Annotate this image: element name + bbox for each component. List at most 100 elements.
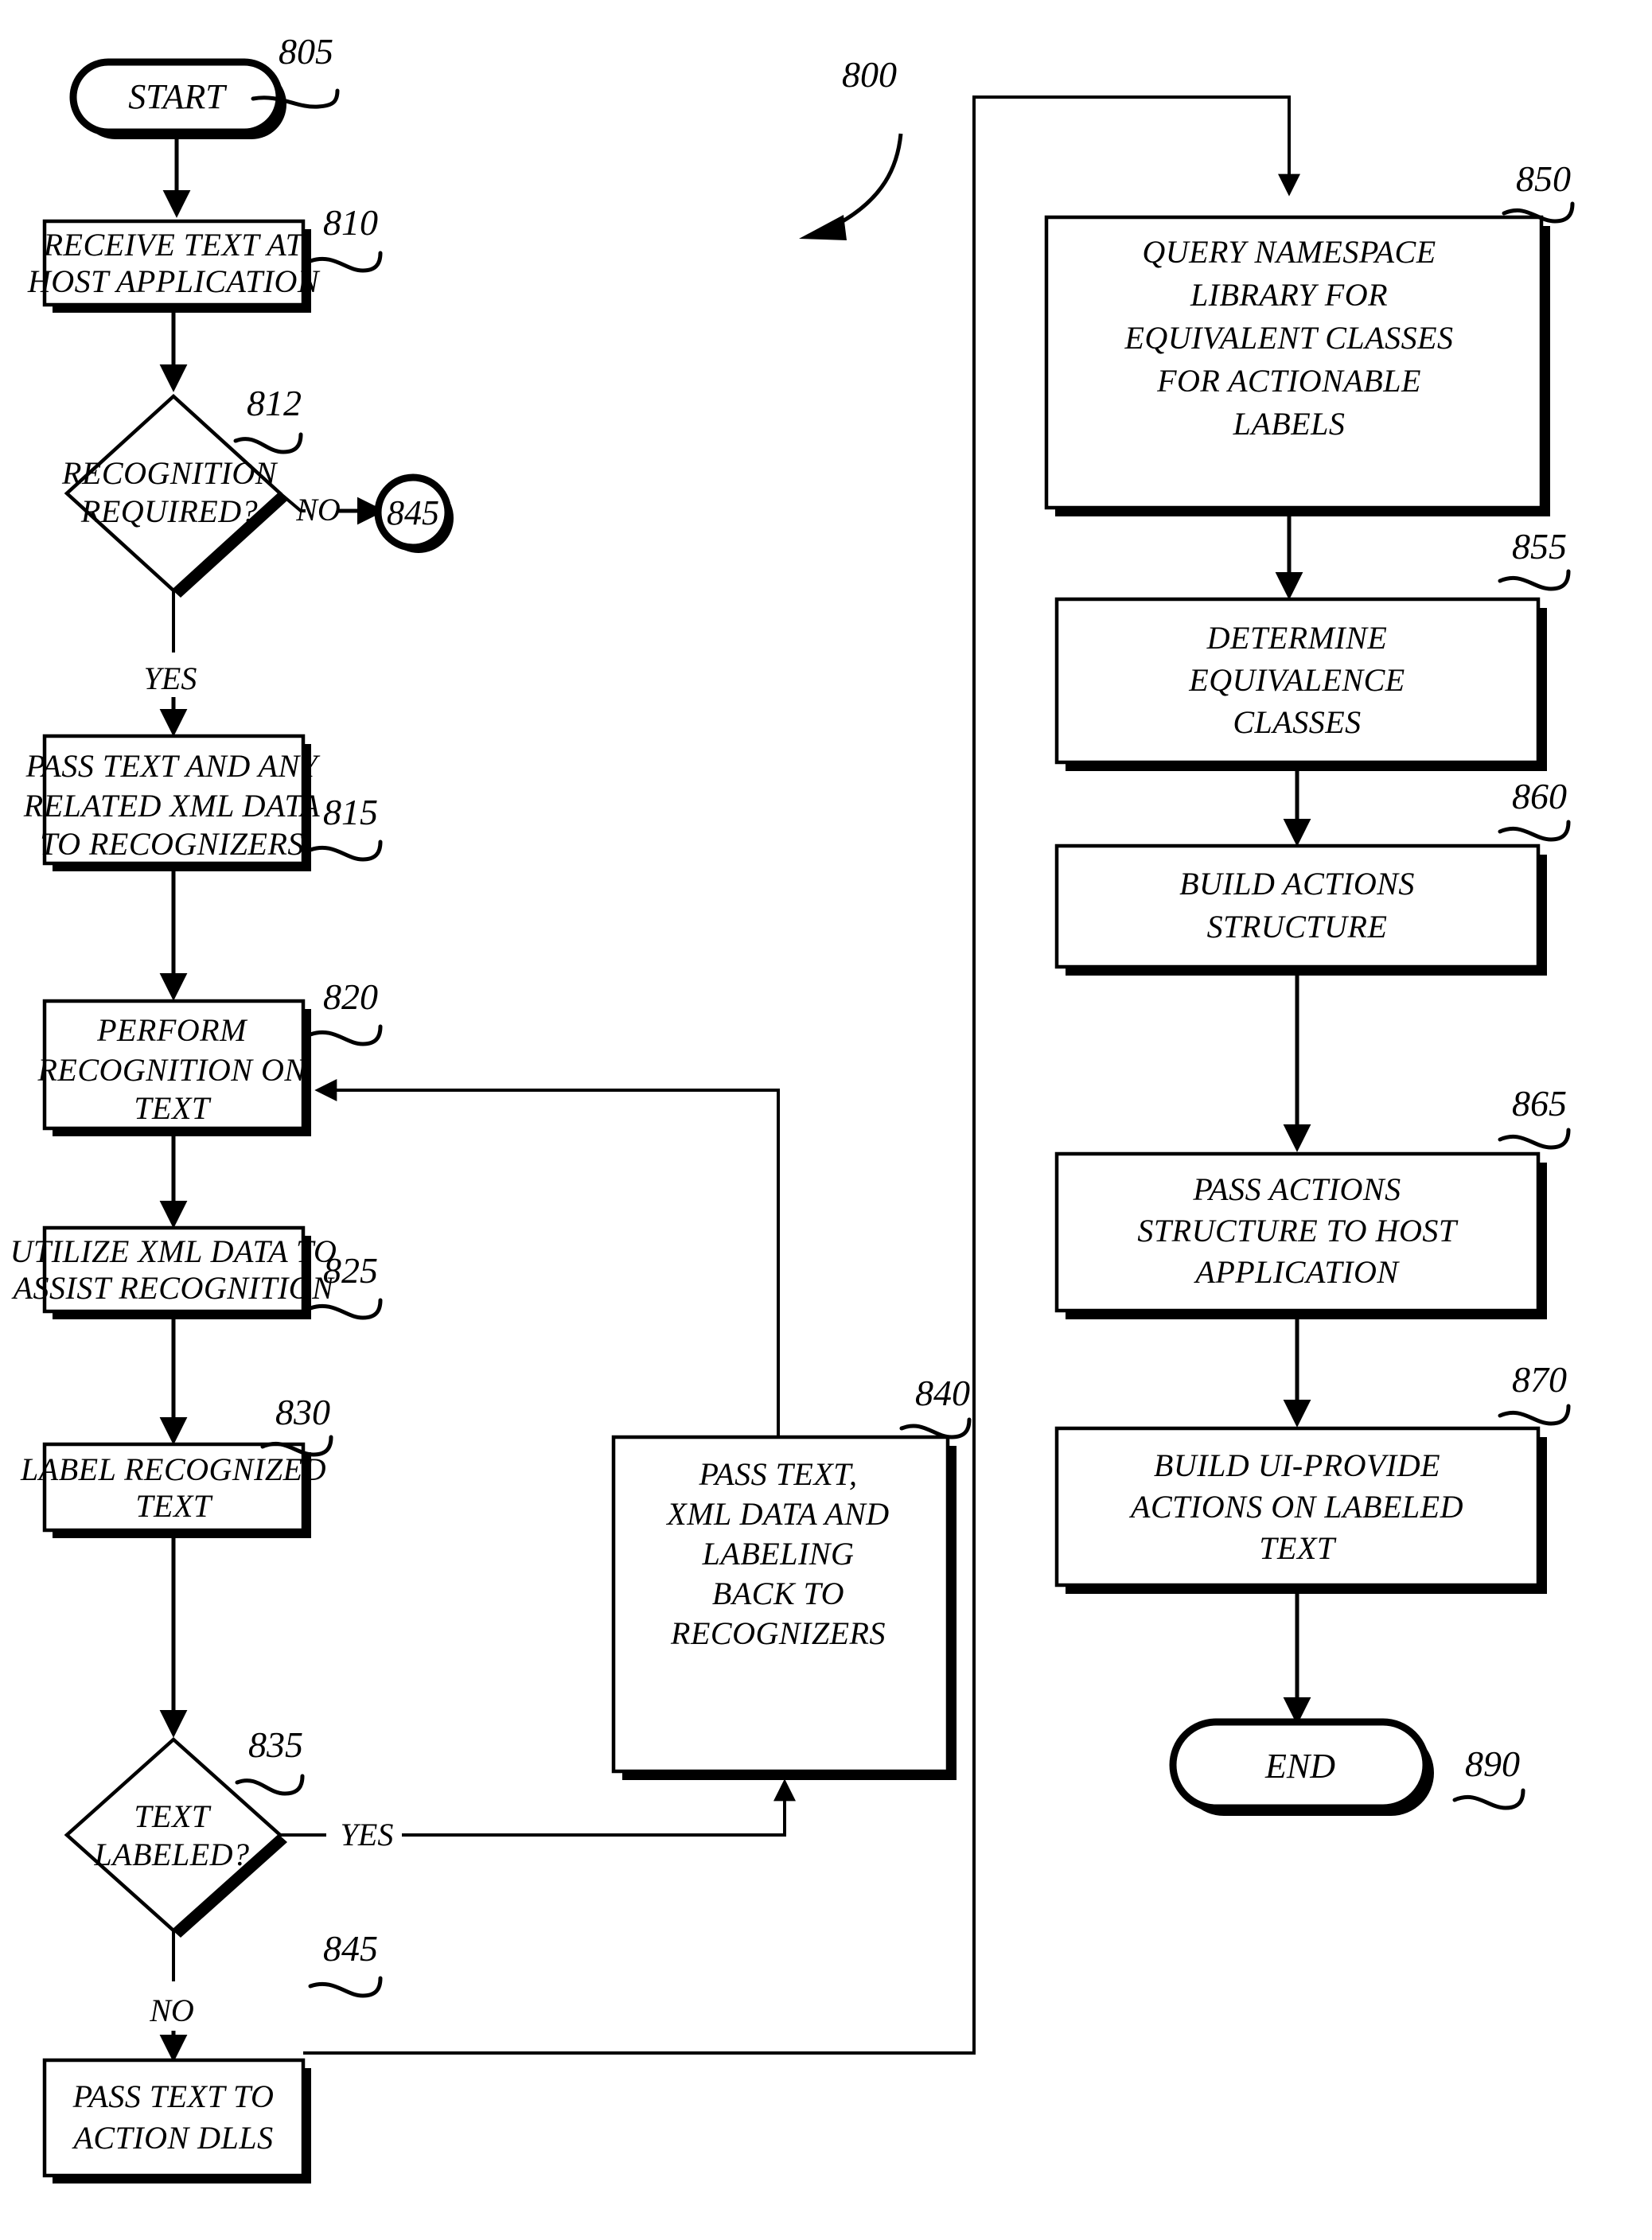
node-850: QUERY NAMESPACE LIBRARY FOR EQUIVALENT C… — [1044, 215, 1550, 516]
ref-815-text: 815 — [323, 792, 378, 832]
edge-label-yes-812: YES — [144, 660, 197, 696]
ref-870: 870 — [1498, 1359, 1571, 1426]
node-865: PASS ACTIONS STRUCTURE TO HOST APPLICATI… — [1054, 1151, 1547, 1319]
ref-845-leader — [308, 1976, 383, 1998]
ref-865-leader — [1498, 1128, 1571, 1150]
node-840-line-2: LABELING — [702, 1536, 855, 1572]
edge-835-yes-to-840 — [402, 1778, 796, 1837]
ref-810-text: 810 — [323, 202, 378, 243]
ref-815: 815 — [308, 792, 383, 862]
node-845-line-1: ACTION DLLS — [71, 2120, 273, 2156]
node-860-line-1: STRUCTURE — [1207, 909, 1388, 945]
node-830: LABEL RECOGNIZED TEXT — [20, 1442, 325, 1538]
end-label: END — [1264, 1747, 1335, 1786]
node-850-line-0: QUERY NAMESPACE — [1142, 234, 1436, 270]
ref-890: 890 — [1452, 1743, 1525, 1810]
node-815: PASS TEXT AND ANY RELATED XML DATA TO RE… — [23, 734, 321, 871]
node-start: START — [69, 58, 286, 139]
node-825-line-1: ASSIST RECOGNITION — [11, 1270, 336, 1306]
ref-812-text: 812 — [247, 383, 302, 423]
ref-865-text: 865 — [1512, 1083, 1567, 1124]
node-855-line-2: CLASSES — [1233, 704, 1361, 740]
ref-890-text: 890 — [1465, 1743, 1520, 1784]
ref-835-text: 835 — [248, 1724, 303, 1765]
figure-number-800: 800 — [799, 54, 903, 240]
ref-845-text: 845 — [323, 1928, 378, 1969]
node-855-line-1: EQUIVALENCE — [1188, 662, 1405, 698]
ref-810-leader — [308, 251, 383, 273]
node-840: PASS TEXT, XML DATA AND LABELING BACK TO… — [611, 1435, 957, 1780]
node-835-shape — [64, 1736, 283, 1934]
ref-845: 845 — [308, 1928, 383, 1998]
ref-840: 840 — [899, 1373, 972, 1439]
ref-850: 850 — [1502, 158, 1575, 224]
node-835-line-0: TEXT — [134, 1798, 212, 1834]
node-865-line-1: STRUCTURE TO HOST — [1137, 1213, 1458, 1249]
node-840-line-3: BACK TO — [712, 1576, 844, 1611]
node-820-line-1: RECOGNITION ON — [37, 1052, 307, 1088]
node-840-line-4: RECOGNIZERS — [670, 1615, 886, 1651]
node-812-line-0: RECOGNITION — [61, 455, 279, 491]
node-870: BUILD UI-PROVIDE ACTIONS ON LABELED TEXT — [1054, 1426, 1547, 1594]
ref-855: 855 — [1498, 526, 1571, 591]
ref-870-leader — [1498, 1404, 1571, 1426]
ref-812: 812 — [233, 383, 303, 454]
figure-number-text: 800 — [842, 54, 897, 95]
node-870-line-1: ACTIONS ON LABELED — [1128, 1489, 1463, 1525]
node-835-line-1: LABELED? — [93, 1837, 249, 1872]
node-820-line-2: TEXT — [134, 1090, 212, 1126]
node-850-line-2: EQUIVALENT CLASSES — [1124, 320, 1453, 356]
node-810-line-1: HOST APPLICATION — [27, 263, 321, 299]
ref-805-text: 805 — [279, 31, 333, 72]
edge-label-no-812: NO — [295, 492, 341, 528]
node-820: PERFORM RECOGNITION ON TEXT — [37, 999, 311, 1136]
ref-820-text: 820 — [323, 976, 378, 1017]
ref-835: 835 — [235, 1724, 305, 1796]
node-825: UTILIZE XML DATA TO ASSIST RECOGNITION — [10, 1225, 337, 1319]
node-860-shape — [1054, 843, 1541, 969]
node-840-line-1: XML DATA AND — [665, 1496, 889, 1532]
node-820-line-0: PERFORM — [96, 1012, 248, 1048]
node-815-line-0: PASS TEXT AND ANY — [25, 748, 321, 784]
node-810-line-0: RECEIVE TEXT AT — [43, 227, 306, 263]
ref-865: 865 — [1498, 1083, 1571, 1150]
node-840-line-0: PASS TEXT, — [698, 1456, 857, 1492]
connector-845: 845 — [374, 473, 454, 553]
ref-860-text: 860 — [1512, 776, 1567, 816]
ref-855-leader — [1498, 569, 1571, 591]
ref-812-leader — [233, 432, 303, 454]
node-810: RECEIVE TEXT AT HOST APPLICATION — [27, 219, 321, 313]
ref-835-leader — [235, 1774, 305, 1796]
node-870-line-0: BUILD UI-PROVIDE — [1154, 1447, 1440, 1483]
node-865-line-0: PASS ACTIONS — [1192, 1171, 1401, 1207]
node-850-line-1: LIBRARY FOR — [1190, 277, 1388, 313]
start-label: START — [128, 77, 228, 116]
node-855-line-0: DETERMINE — [1206, 620, 1388, 656]
node-845-line-0: PASS TEXT TO — [72, 2078, 275, 2114]
figure-number-leader — [836, 133, 903, 227]
ref-870-text: 870 — [1512, 1359, 1567, 1400]
node-812: RECOGNITION REQUIRED? — [61, 393, 287, 598]
node-870-line-2: TEXT — [1259, 1530, 1337, 1566]
node-860: BUILD ACTIONS STRUCTURE — [1054, 843, 1547, 976]
node-845-shape — [42, 2058, 306, 2178]
ref-815-leader — [308, 840, 383, 862]
node-end: END — [1169, 1718, 1434, 1816]
edge-840-to-820-feedback — [314, 1079, 780, 1437]
node-815-line-1: RELATED XML DATA — [23, 788, 321, 824]
ref-855-text: 855 — [1512, 526, 1567, 567]
figure-number-arrowhead — [799, 215, 847, 240]
ref-860: 860 — [1498, 776, 1571, 842]
node-860-line-0: BUILD ACTIONS — [1179, 866, 1415, 902]
node-825-line-0: UTILIZE XML DATA TO — [10, 1233, 337, 1269]
node-845: PASS TEXT TO ACTION DLLS — [42, 2058, 311, 2184]
ref-890-leader — [1452, 1788, 1525, 1810]
ref-840-leader — [899, 1417, 972, 1439]
flowchart-canvas: 800 START 805 RECEIVE TEXT AT HOST APPLI… — [10, 31, 1575, 2184]
ref-840-text: 840 — [915, 1373, 970, 1413]
edge-label-yes-835: YES — [341, 1817, 394, 1852]
ref-810: 810 — [308, 202, 383, 273]
connector-845-label: 845 — [387, 493, 439, 532]
node-850-line-3: FOR ACTIONABLE — [1156, 363, 1421, 399]
edge-label-no-835: NO — [149, 1993, 194, 2028]
